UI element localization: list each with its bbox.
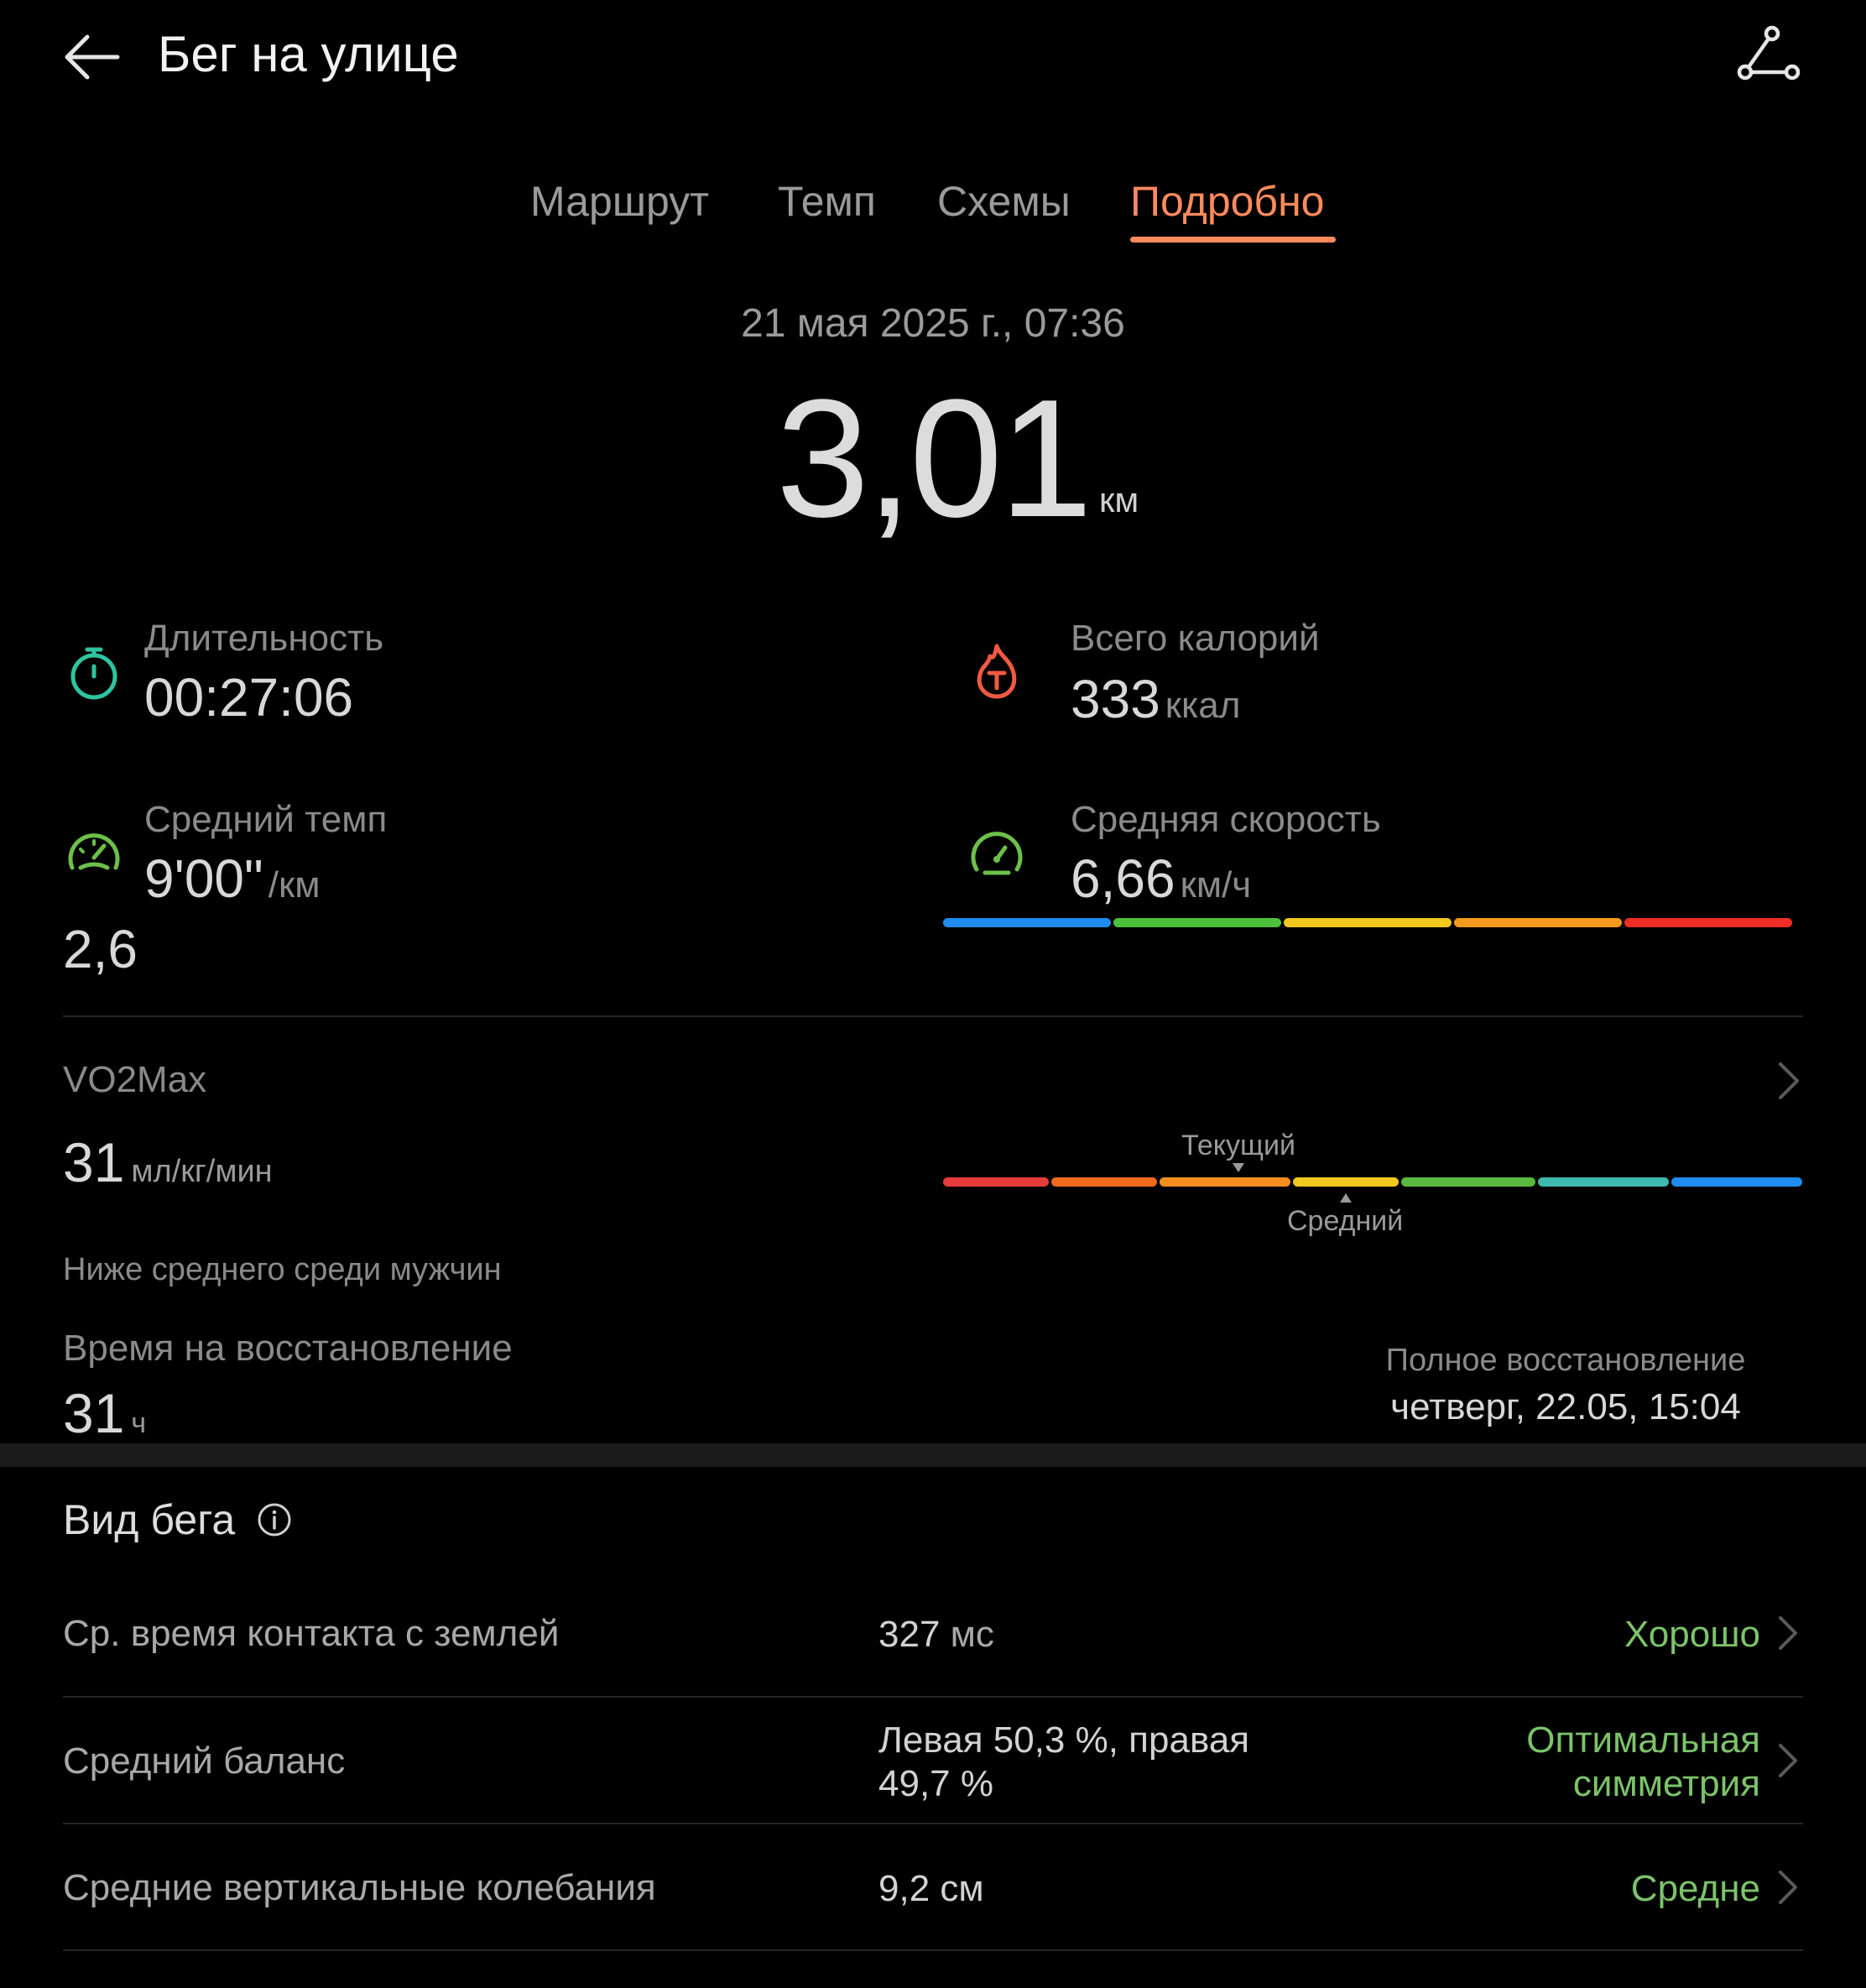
page-title: Бег на улице — [158, 26, 459, 82]
calories-label: Всего калорий — [1071, 618, 1320, 659]
workout-date: 21 мая 2025 г., 07:36 — [741, 301, 1125, 346]
distance-unit: км — [1099, 480, 1139, 519]
back-arrow-icon[interactable] — [59, 23, 126, 91]
tab-charts[interactable]: Схемы — [937, 175, 1071, 228]
route-share-icon[interactable] — [1735, 23, 1802, 91]
running-form-title: Вид бега — [63, 1496, 236, 1543]
vertical-oscillation-label: Средние вертикальные колебания — [63, 1867, 656, 1908]
vertical-oscillation-status[interactable]: Средне — [1631, 1867, 1760, 1911]
vo2-zone-6 — [1538, 1177, 1669, 1187]
active-tab-indicator — [1130, 237, 1336, 243]
tab-route[interactable]: Маршрут — [530, 175, 709, 228]
calories-flame-icon — [977, 644, 1017, 699]
duration-label: Длительность — [144, 618, 384, 659]
chevron-right-icon[interactable] — [1774, 1613, 1802, 1653]
average-marker — [1340, 1193, 1352, 1203]
chevron-right-icon[interactable] — [1772, 1059, 1806, 1103]
divider — [63, 1823, 1803, 1824]
current-marker — [1233, 1163, 1244, 1172]
distance-value: 3,01 — [776, 365, 1092, 552]
vo2-zone-2 — [1051, 1177, 1157, 1187]
vo2-zone-4 — [1293, 1177, 1399, 1187]
tab-details[interactable]: Подробно — [1130, 175, 1325, 228]
vo2-zone-3 — [1160, 1177, 1290, 1187]
info-icon[interactable] — [257, 1502, 292, 1537]
divider — [63, 1015, 1803, 1017]
avg-pace-value: 9'00"/км — [144, 848, 321, 909]
speed-zone-3 — [1284, 918, 1452, 927]
balance-value: Левая 50,3 %, правая 49,7 % — [878, 1719, 1250, 1804]
section-separator — [0, 1443, 1866, 1467]
vo2-current-label: Текущий — [1181, 1130, 1295, 1161]
vo2-average-label: Средний — [1287, 1205, 1404, 1237]
ground-contact-status[interactable]: Хорошо — [1624, 1613, 1760, 1657]
stopwatch-icon — [70, 647, 117, 700]
balance-label: Средний баланс — [63, 1740, 346, 1782]
balance-status[interactable]: Оптимальная симметрия — [1526, 1719, 1760, 1806]
calories-value: 333 ккал — [1071, 669, 1241, 729]
ground-contact-value: 327 мс — [878, 1614, 994, 1655]
speed-zone-5 — [1624, 918, 1792, 927]
full-recovery-label: Полное восстановление — [1385, 1343, 1746, 1378]
speed-zone-2 — [1113, 918, 1281, 927]
ground-contact-label: Ср. время контакта с землей — [63, 1613, 560, 1654]
speed-zone-4 — [1454, 918, 1622, 927]
vo2-zone-5 — [1401, 1177, 1535, 1187]
vo2max-value: 31 мл/кг/мин — [63, 1131, 273, 1193]
vo2-zone-7 — [1671, 1177, 1802, 1187]
vertical-oscillation-value: 9,2 см — [878, 1868, 984, 1909]
speed-zone-1 — [943, 918, 1111, 927]
vo2-zone-1 — [943, 1177, 1049, 1187]
avg-pace-label: Средний темп — [144, 799, 388, 840]
chevron-right-icon[interactable] — [1774, 1740, 1802, 1781]
recovery-label: Время на восстановление — [63, 1328, 513, 1369]
vo2max-note: Ниже среднего среди мужчин — [63, 1252, 502, 1287]
duration-value: 00:27:06 — [144, 667, 354, 728]
full-recovery-value: четверг, 22.05, 15:04 — [1390, 1386, 1741, 1427]
chevron-right-icon[interactable] — [1774, 1867, 1802, 1907]
pace-extra-value: 2,6 — [63, 919, 138, 979]
tab-pace[interactable]: Темп — [778, 175, 876, 228]
avg-speed-label: Средняя скорость — [1071, 799, 1381, 840]
divider — [63, 1949, 1803, 1951]
divider — [63, 1696, 1803, 1698]
avg-speed-value: 6,66 км/ч — [1071, 848, 1252, 909]
speed-gauge-icon — [971, 832, 1023, 875]
vo2max-title[interactable]: VO2Max — [63, 1059, 206, 1101]
pace-gauge-icon — [68, 833, 120, 870]
